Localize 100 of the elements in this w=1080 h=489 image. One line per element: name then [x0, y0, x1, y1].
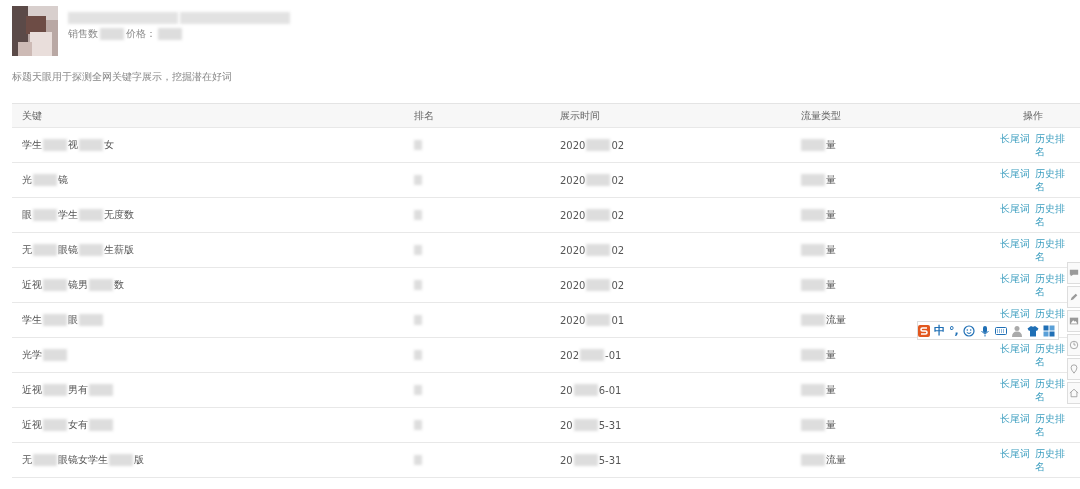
side-button[interactable]: [1067, 286, 1080, 308]
action-link[interactable]: 长尾词: [1000, 237, 1030, 250]
action-link[interactable]: 历史排名: [1035, 342, 1065, 368]
redaction-mark: [414, 175, 422, 185]
cell-text: 眼: [68, 313, 78, 327]
home-icon[interactable]: [1069, 388, 1079, 398]
redaction-mark: [89, 279, 113, 291]
cell-text: 眼: [22, 208, 32, 222]
cell-text: 6-01: [598, 384, 622, 396]
action-link[interactable]: 历史排名: [1035, 202, 1065, 228]
action-link[interactable]: 长尾词: [1000, 447, 1030, 460]
redaction-mark: [79, 314, 103, 326]
action-link[interactable]: 历史排名: [1035, 132, 1065, 158]
side-button[interactable]: [1067, 262, 1080, 284]
shirt-icon[interactable]: [1026, 324, 1039, 337]
action-link[interactable]: 长尾词: [1000, 307, 1030, 320]
action-link[interactable]: 历史排名: [1035, 412, 1065, 438]
action-link[interactable]: 长尾词: [1000, 377, 1030, 390]
redaction-mark: [573, 384, 598, 396]
redaction-mark: [414, 315, 422, 325]
cell-text: 学生: [22, 313, 42, 327]
cell-text: 学生: [22, 138, 42, 152]
logo-icon[interactable]: [918, 324, 930, 337]
cell-text: 版: [134, 453, 144, 467]
cell-text: 02: [611, 174, 625, 186]
cell-text: 2020: [560, 174, 586, 186]
action-link[interactable]: 长尾词: [1000, 167, 1030, 180]
image-icon[interactable]: [1069, 316, 1079, 326]
cell-text: 5-31: [598, 419, 622, 431]
cell-text: 01: [611, 314, 625, 326]
user-icon[interactable]: [1010, 324, 1023, 337]
column-header: 展示时间: [559, 108, 601, 123]
redaction-mark: [573, 454, 598, 466]
redaction-mark: [414, 210, 422, 220]
redaction-mark: [586, 244, 611, 256]
action-link[interactable]: 长尾词: [1000, 412, 1030, 425]
column-header: 操作: [1022, 108, 1044, 123]
action-link[interactable]: 历史排: [1035, 307, 1065, 320]
cell-text: 5-31: [598, 454, 622, 466]
action-link[interactable]: 历史排名: [1035, 377, 1065, 403]
action-link[interactable]: 长尾词: [1000, 342, 1030, 355]
redaction-mark: [414, 455, 422, 465]
column-header: 关键: [21, 108, 43, 123]
side-button[interactable]: [1067, 334, 1080, 356]
cell-text: 02: [611, 279, 625, 291]
cell-text: 2020: [560, 209, 586, 221]
action-link[interactable]: 历史排名: [1035, 447, 1065, 473]
redaction-mark: [801, 384, 825, 396]
punctuation-toggle[interactable]: °,: [949, 324, 959, 337]
redaction-mark: [43, 419, 67, 431]
redaction-mark: [801, 139, 825, 151]
redaction-mark: [79, 209, 103, 221]
cell-text: 眼镜: [58, 243, 78, 257]
action-link[interactable]: 历史排名: [1035, 237, 1065, 263]
action-link[interactable]: 长尾词: [1000, 202, 1030, 215]
redaction-mark: [586, 279, 611, 291]
cell-text: 流量: [826, 453, 846, 467]
cell-text: 量: [826, 348, 836, 362]
redaction-mark: [43, 349, 67, 361]
cell-text: 销售数: [68, 27, 98, 41]
cell-text: 无: [22, 243, 32, 257]
pencil-icon[interactable]: [1069, 292, 1079, 302]
microphone-icon[interactable]: [978, 324, 991, 337]
cell-text: 光: [22, 173, 32, 187]
cell-text: 20: [560, 454, 573, 466]
cell-text: 学生: [58, 208, 78, 222]
description-text: 标题天眼用于探测全网关键字展示，挖掘潜在好词: [12, 70, 233, 84]
cell-text: 量: [826, 208, 836, 222]
clock-icon[interactable]: [1069, 340, 1079, 350]
redaction-mark: [414, 350, 422, 360]
cell-text: 2020: [560, 244, 586, 256]
chat-icon[interactable]: [1069, 268, 1079, 278]
side-button[interactable]: [1067, 382, 1080, 404]
side-button[interactable]: [1067, 358, 1080, 380]
cell-text: 20: [560, 384, 573, 396]
cell-text: 量: [826, 278, 836, 292]
cell-text: 量: [826, 243, 836, 257]
cell-text: 02: [611, 244, 625, 256]
cell-text: 近视: [22, 278, 42, 292]
action-link[interactable]: 长尾词: [1000, 132, 1030, 145]
cell-text: 近视: [22, 383, 42, 397]
side-button[interactable]: [1067, 310, 1080, 332]
keyboard-icon[interactable]: [994, 324, 1007, 337]
redaction-mark: [586, 314, 611, 326]
smiley-icon[interactable]: [962, 324, 975, 337]
cell-text: 02: [611, 139, 625, 151]
action-link[interactable]: 历史排名: [1035, 167, 1065, 193]
cell-text: 镜男: [68, 278, 88, 292]
action-link[interactable]: 历史排名: [1035, 272, 1065, 298]
pin-icon[interactable]: [1069, 364, 1079, 374]
cell-text: 近视: [22, 418, 42, 432]
cell-text: 眼镜女学生: [58, 453, 108, 467]
column-header: 排名: [414, 108, 435, 123]
action-link[interactable]: 长尾词: [1000, 272, 1030, 285]
redaction-mark: [801, 454, 825, 466]
redaction-mark: [414, 280, 422, 290]
cell-text: 数: [114, 278, 124, 292]
mode-toggle[interactable]: 中: [934, 323, 945, 338]
grid-icon[interactable]: [1042, 324, 1055, 337]
cell-text: 量: [826, 418, 836, 432]
